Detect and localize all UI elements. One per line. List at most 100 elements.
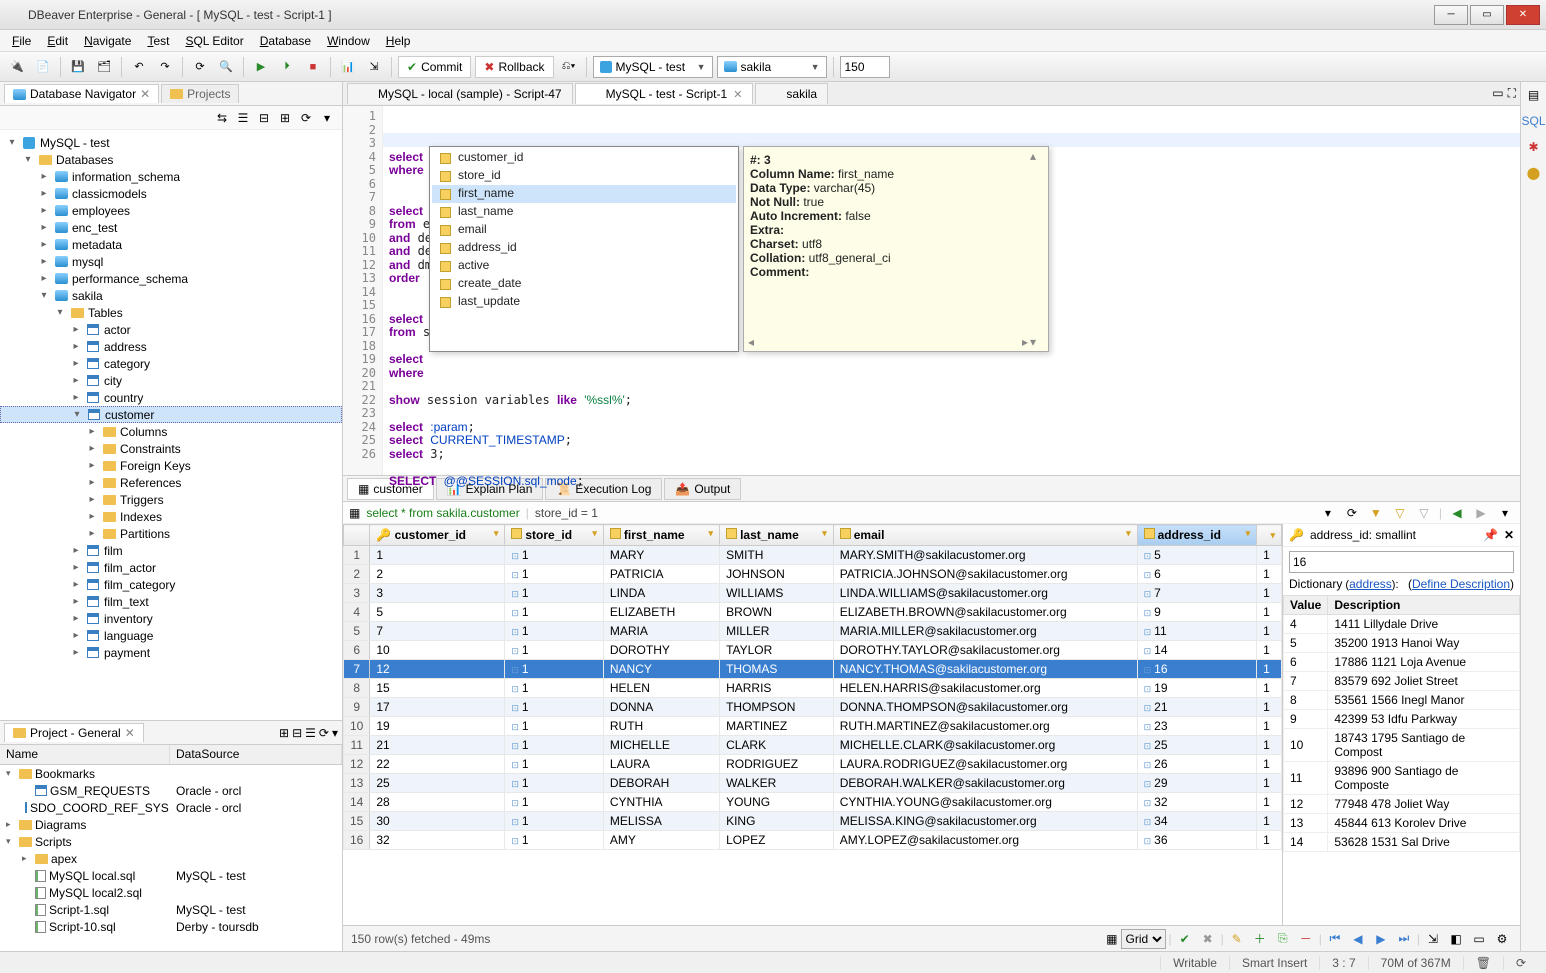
- tree-node-partitions[interactable]: ▸Partitions: [0, 525, 342, 542]
- editor-tab[interactable]: MySQL - test - Script-1✕: [575, 83, 754, 104]
- filter-drop-icon[interactable]: ▾: [1319, 504, 1337, 522]
- tree-node-inventory[interactable]: ▸inventory: [0, 610, 342, 627]
- refresh-icon[interactable]: ⟳: [189, 56, 211, 78]
- proj-btn1-icon[interactable]: ⊞: [279, 726, 289, 740]
- maximize-button[interactable]: ▭: [1470, 5, 1504, 25]
- dict-row[interactable]: 1018743 1795 Santiago de Compost: [1284, 729, 1520, 762]
- stop-icon[interactable]: ■: [302, 56, 324, 78]
- menu-test[interactable]: Test: [141, 32, 175, 50]
- column-header-first_name[interactable]: first_name ▾: [603, 525, 719, 546]
- edit-icon[interactable]: ✎: [1227, 929, 1247, 949]
- link-icon[interactable]: ⇆: [213, 109, 231, 127]
- data-row[interactable]: 1121⊡1MICHELLECLARKMICHELLE.CLARK@sakila…: [344, 736, 1282, 755]
- run-script-icon[interactable]: ⏵: [276, 56, 298, 78]
- autocomplete-item[interactable]: address_id: [432, 239, 736, 257]
- dict-row[interactable]: 41411 Lillydale Drive: [1284, 615, 1520, 634]
- tab-project[interactable]: Project - General✕: [4, 723, 144, 742]
- data-row[interactable]: 815⊡1HELENHARRISHELEN.HARRIS@sakilacusto…: [344, 679, 1282, 698]
- minimize-button[interactable]: ─: [1434, 5, 1468, 25]
- refresh-icon[interactable]: ⟳: [1343, 504, 1361, 522]
- autocomplete-item[interactable]: store_id: [432, 167, 736, 185]
- menu-icon[interactable]: ▾: [318, 109, 336, 127]
- editor-tab[interactable]: sakila: [755, 83, 828, 104]
- column-header-store_id[interactable]: store_id ▾: [505, 525, 604, 546]
- collapse-icon[interactable]: ⊟: [255, 109, 273, 127]
- filter-icon[interactable]: ☰: [234, 109, 252, 127]
- search-icon[interactable]: 🔍: [215, 56, 237, 78]
- menu-sql-editor[interactable]: SQL Editor: [179, 32, 249, 50]
- reject-icon[interactable]: ✖: [1198, 929, 1218, 949]
- data-row[interactable]: 1428⊡1CYNTHIAYOUNGCYNTHIA.YOUNG@sakilacu…: [344, 793, 1282, 812]
- dict-row[interactable]: 1453628 1531 Sal Drive: [1284, 833, 1520, 852]
- tree-node-address[interactable]: ▸address: [0, 338, 342, 355]
- record-icon[interactable]: ▭: [1469, 929, 1489, 949]
- dict-row[interactable]: 535200 1913 Hanoi Way: [1284, 634, 1520, 653]
- templates-icon[interactable]: ⬤: [1525, 164, 1543, 182]
- prev-icon[interactable]: ◀: [1448, 504, 1466, 522]
- tree-node-columns[interactable]: ▸Columns: [0, 423, 342, 440]
- data-row[interactable]: 22⊡1PATRICIAJOHNSONPATRICIA.JOHNSON@saki…: [344, 565, 1282, 584]
- filter-text[interactable]: store_id = 1: [535, 506, 598, 520]
- export-icon[interactable]: ⇲: [1423, 929, 1443, 949]
- autocomplete-item[interactable]: last_name: [432, 203, 736, 221]
- define-description-link[interactable]: Define Description: [1412, 577, 1510, 591]
- dict-col-desc[interactable]: Description: [1328, 596, 1520, 615]
- project-row-script-1-sql[interactable]: Script-1.sqlMySQL - test: [0, 901, 342, 918]
- code-area[interactable]: select * from sakila.customer where sele…: [383, 106, 1520, 475]
- editor-tab[interactable]: MySQL - local (sample) - Script-47: [347, 83, 573, 104]
- project-row-sdo-coord-ref-sys[interactable]: SDO_COORD_REF_SYSOracle - orcl: [0, 799, 342, 816]
- proj-menu-icon[interactable]: ▾: [332, 726, 338, 740]
- data-row[interactable]: 712⊡1NANCYTHOMASNANCY.THOMAS@sakilacusto…: [344, 660, 1282, 679]
- help-icon[interactable]: ✱: [1525, 138, 1543, 156]
- proj-btn3-icon[interactable]: ☰: [305, 726, 316, 740]
- column-header-last_name[interactable]: last_name ▾: [720, 525, 834, 546]
- proj-btn4-icon[interactable]: ⟳: [319, 726, 329, 740]
- sql-icon[interactable]: SQL: [1525, 112, 1543, 130]
- run-icon[interactable]: ▶: [250, 56, 272, 78]
- dictionary-link[interactable]: address: [1349, 577, 1392, 591]
- tree-node-enc-test[interactable]: ▸enc_test: [0, 219, 342, 236]
- panels-icon[interactable]: ◧: [1446, 929, 1466, 949]
- close-icon[interactable]: ✕: [140, 87, 150, 101]
- data-row[interactable]: 1222⊡1LAURARODRIGUEZLAURA.RODRIGUEZ@saki…: [344, 755, 1282, 774]
- data-row[interactable]: 917⊡1DONNATHOMPSONDONNA.THOMPSON@sakilac…: [344, 698, 1282, 717]
- menu-help[interactable]: Help: [380, 32, 417, 50]
- tree-node-sakila[interactable]: ▾sakila: [0, 287, 342, 304]
- autocomplete-item[interactable]: create_date: [432, 275, 736, 293]
- menu-navigate[interactable]: Navigate: [78, 32, 137, 50]
- tree-node-databases[interactable]: ▾Databases: [0, 151, 342, 168]
- column-header-address_id[interactable]: address_id ▾: [1137, 525, 1257, 546]
- project-row-script-10-sql[interactable]: Script-10.sqlDerby - toursdb: [0, 918, 342, 935]
- accept-icon[interactable]: ✔: [1175, 929, 1195, 949]
- tree-node-film-text[interactable]: ▸film_text: [0, 593, 342, 610]
- new-script-icon[interactable]: 📄: [32, 56, 54, 78]
- data-row[interactable]: 610⊡1DOROTHYTAYLORDOROTHY.TAYLOR@sakilac…: [344, 641, 1282, 660]
- tree-node-film[interactable]: ▸film: [0, 542, 342, 559]
- gc-icon[interactable]: 🗑: [1463, 956, 1503, 970]
- close-button[interactable]: ✕: [1506, 5, 1540, 25]
- close-icon[interactable]: ✕: [1504, 528, 1514, 542]
- minimize-view-icon[interactable]: ▭: [1492, 86, 1503, 101]
- explain-icon[interactable]: 📊: [337, 56, 359, 78]
- row-limit-input[interactable]: [840, 56, 890, 78]
- autocomplete-item[interactable]: active: [432, 257, 736, 275]
- export-icon[interactable]: ⇲: [363, 56, 385, 78]
- tree-node-mysql---test[interactable]: ▾MySQL - test: [0, 134, 342, 151]
- data-row[interactable]: 1019⊡1RUTHMARTINEZRUTH.MARTINEZ@sakilacu…: [344, 717, 1282, 736]
- data-row[interactable]: 1632⊡1AMYLOPEZAMY.LOPEZ@sakilacustomer.o…: [344, 831, 1282, 850]
- column-header-email[interactable]: email ▾: [833, 525, 1137, 546]
- updates-icon[interactable]: ⟳: [1503, 956, 1538, 970]
- menu-edit[interactable]: Edit: [41, 32, 74, 50]
- autocomplete-item[interactable]: email: [432, 221, 736, 239]
- autocomplete-item[interactable]: first_name: [432, 185, 736, 203]
- tree-node-information-schema[interactable]: ▸information_schema: [0, 168, 342, 185]
- tree-node-category[interactable]: ▸category: [0, 355, 342, 372]
- menu-window[interactable]: Window: [321, 32, 376, 50]
- filter-clear-icon[interactable]: ▽: [1391, 504, 1409, 522]
- prev-icon[interactable]: ◀: [1348, 929, 1368, 949]
- project-row-mysql-local2-sql[interactable]: MySQL local2.sql: [0, 884, 342, 901]
- close-icon[interactable]: ✕: [733, 88, 742, 101]
- column-header-customer_id[interactable]: 🔑 customer_id ▾: [370, 525, 505, 546]
- column-header-extra[interactable]: ▾: [1257, 525, 1282, 546]
- schema-combo[interactable]: sakila▼: [717, 56, 827, 78]
